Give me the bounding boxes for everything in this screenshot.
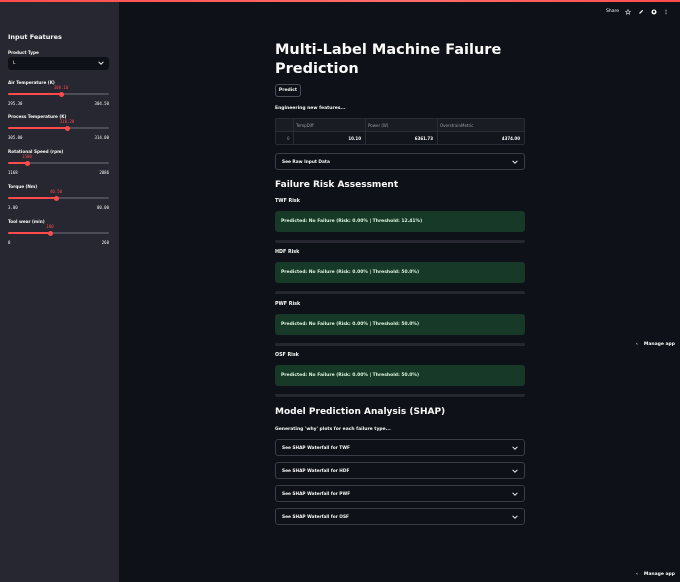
raw-input-expander-label: See Raw Input Data — [282, 159, 330, 165]
table-cell-tempdiff: 10.10 — [348, 136, 361, 141]
table-header-power: Power (W) — [368, 123, 389, 128]
shap-status-text: Generating 'why' plots for each failure … — [275, 427, 391, 432]
slider-range: 1168 2886 — [8, 170, 109, 175]
success-alert: Predicted: No Failure (Risk: 0.00% | Thr… — [275, 314, 525, 335]
slider-fill — [8, 197, 56, 199]
slider-min: 305.00 — [8, 135, 23, 140]
table-cell-overstrain: 4374.00 — [501, 136, 520, 141]
slider-min: 3.80 — [8, 205, 18, 210]
shap-expander-label: See SHAP Waterfall for PWF — [282, 491, 351, 497]
slider-min: 0 — [8, 240, 11, 245]
risk-progress-bar — [275, 291, 525, 294]
chevron-left-icon: ‹ — [636, 342, 638, 347]
alert-message: Predicted: No Failure (Risk: 0.00% | Thr… — [281, 270, 419, 275]
manage-app-button[interactable]: ‹ Manage app — [636, 572, 675, 577]
slider-thumb[interactable] — [53, 195, 59, 201]
github-icon[interactable] — [651, 9, 657, 15]
slider-thumb[interactable] — [24, 160, 30, 166]
chevron-left-icon: ‹ — [636, 572, 638, 577]
slider-range: 305.00 314.00 — [8, 135, 109, 140]
product-type-label: Product Type — [8, 50, 39, 55]
manage-app-button[interactable]: ‹ Manage app — [636, 342, 675, 347]
slider-min: 1168 — [8, 170, 18, 175]
slider-fill — [8, 127, 67, 129]
risk-progress-bar — [275, 394, 525, 397]
shap-expander[interactable]: See SHAP Waterfall for PWF — [275, 485, 525, 502]
slider-max: 314.00 — [94, 135, 109, 140]
slider-max: 2886 — [99, 170, 109, 175]
shap-expander-label: See SHAP Waterfall for OSF — [282, 514, 349, 520]
chevron-down-icon — [512, 446, 518, 450]
chevron-down-icon — [98, 61, 104, 65]
product-type-value: L — [13, 61, 16, 66]
risk-label-1: HDF Risk — [275, 250, 300, 255]
alert-message: Predicted: No Failure (Risk: 0.00% | Thr… — [281, 322, 419, 327]
slider[interactable]: 300.10 — [8, 85, 109, 101]
chevron-down-icon — [512, 469, 518, 473]
page-title: Multi-Label Machine Failure Prediction — [275, 42, 502, 77]
raw-input-expander[interactable]: See Raw Input Data — [275, 153, 525, 170]
risk-heading: Failure Risk Assessment — [275, 180, 399, 190]
slider-range: 0 260 — [8, 240, 109, 245]
slider-thumb[interactable] — [64, 125, 70, 131]
slider-range: 3.80 80.00 — [8, 205, 109, 210]
shap-expander-label: See SHAP Waterfall for HDF — [282, 468, 350, 474]
slider-max: 80.00 — [96, 205, 109, 210]
risk-label-3: OSF Risk — [275, 353, 299, 358]
risk-progress-bar — [275, 343, 525, 346]
slider-max: 260 — [101, 240, 109, 245]
slider-value: 40.50 — [49, 189, 63, 194]
slider-value: 100 — [46, 224, 54, 229]
edit-icon[interactable] — [638, 9, 644, 15]
slider-max: 304.50 — [94, 101, 109, 106]
slider-fill — [8, 232, 50, 234]
table-row-index: 0 — [287, 136, 290, 141]
table-header-tempdiff: TempDiff — [296, 123, 314, 128]
share-button[interactable]: Share — [606, 9, 619, 14]
more-vertical-icon[interactable] — [663, 9, 669, 15]
shap-expander[interactable]: See SHAP Waterfall for TWF — [275, 439, 525, 456]
sidebar-title: Input Features — [8, 33, 62, 41]
risk-label-0: TWF Risk — [275, 199, 300, 204]
slider-value: 1500 — [22, 154, 32, 159]
slider-range: 295.30 304.50 — [8, 101, 109, 106]
alert-message: Predicted: No Failure (Risk: 0.00% | Thr… — [281, 219, 423, 224]
slider-thumb[interactable] — [47, 230, 53, 236]
risk-label-2: PWF Risk — [275, 302, 301, 307]
slider-min: 295.30 — [8, 101, 23, 106]
slider-fill — [8, 93, 61, 95]
alert-message: Predicted: No Failure (Risk: 0.00% | Thr… — [281, 373, 419, 378]
success-alert: Predicted: No Failure (Risk: 0.00% | Thr… — [275, 262, 525, 283]
features-table: TempDiff Power (W) OverstrainMetric 0 10… — [275, 118, 525, 145]
table-header-overstrain: OverstrainMetric — [440, 123, 474, 128]
product-type-select[interactable]: L — [8, 57, 109, 70]
risk-progress-bar — [275, 240, 525, 243]
predict-button[interactable]: Predict — [275, 84, 301, 97]
shap-expander[interactable]: See SHAP Waterfall for OSF — [275, 508, 525, 525]
slider[interactable]: 100 — [8, 224, 109, 240]
shap-expander-label: See SHAP Waterfall for TWF — [282, 445, 350, 451]
shap-heading: Model Prediction Analysis (SHAP) — [275, 407, 446, 417]
success-alert: Predicted: No Failure (Risk: 0.00% | Thr… — [275, 211, 525, 232]
chevron-down-icon — [512, 160, 518, 164]
shap-expander[interactable]: See SHAP Waterfall for HDF — [275, 462, 525, 479]
slider-thumb[interactable] — [58, 91, 64, 97]
table-cell-power: 6361.73 — [414, 136, 433, 141]
star-icon[interactable] — [625, 9, 631, 15]
slider-value: 310.20 — [59, 119, 75, 124]
chevron-down-icon — [512, 492, 518, 496]
slider[interactable]: 40.50 — [8, 189, 109, 205]
chevron-down-icon — [512, 515, 518, 519]
slider[interactable]: 1500 — [8, 154, 109, 170]
engineering-status-text: Engineering new features... — [275, 106, 346, 111]
slider-value: 300.10 — [53, 85, 69, 90]
success-alert: Predicted: No Failure (Risk: 0.00% | Thr… — [275, 365, 525, 386]
slider[interactable]: 310.20 — [8, 119, 109, 135]
